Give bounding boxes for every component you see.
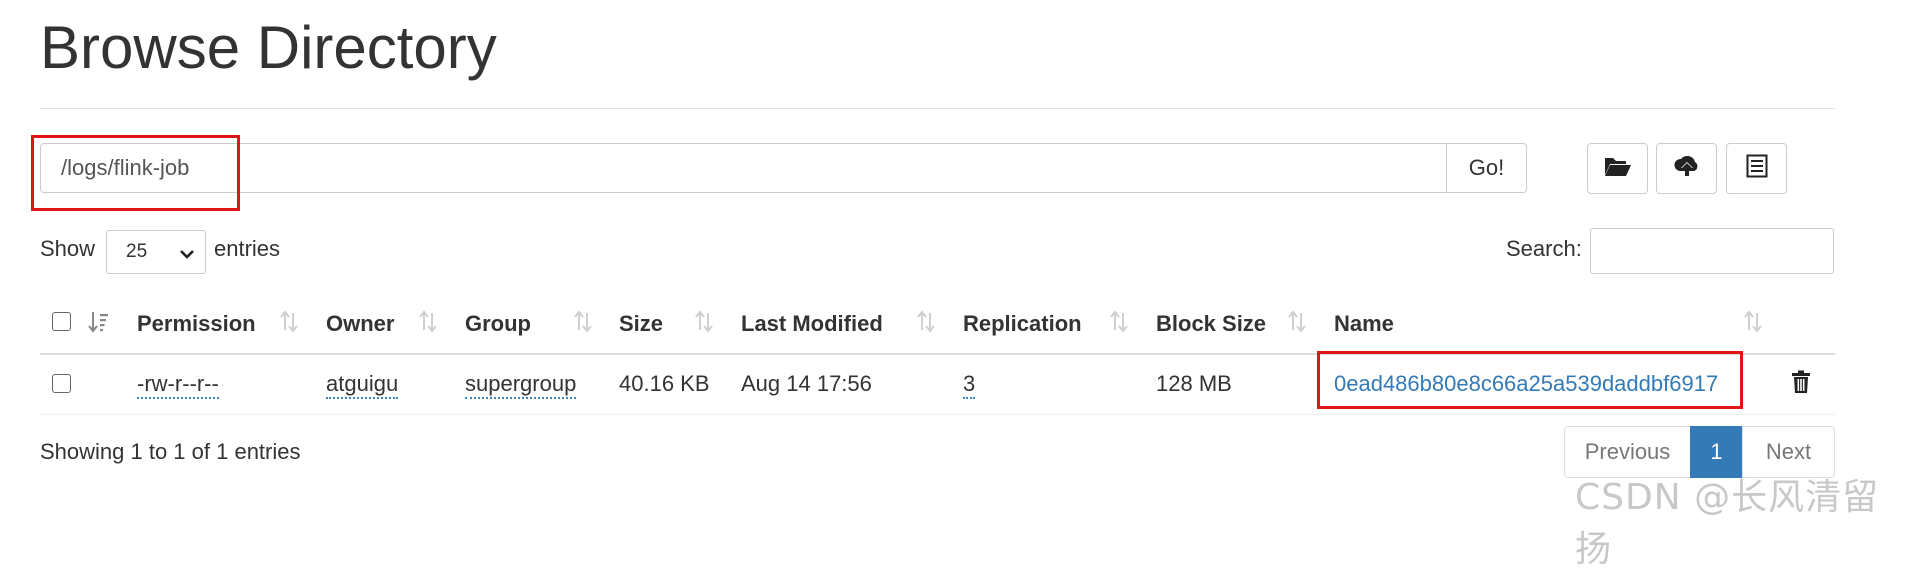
table-info: Showing 1 to 1 of 1 entries: [40, 439, 301, 464]
cell-size: 40.16 KB: [619, 371, 710, 396]
cell-last-modified: Aug 14 17:56: [741, 371, 872, 396]
column-header-block-size[interactable]: Block Size: [1156, 310, 1266, 338]
search-input[interactable]: [1590, 228, 1834, 274]
divider: [40, 108, 1835, 109]
sort-both-icon[interactable]: [1287, 308, 1307, 341]
cell-owner[interactable]: atguigu: [326, 370, 399, 399]
column-header-group[interactable]: Group: [465, 310, 531, 338]
column-header-name[interactable]: Name: [1334, 310, 1394, 338]
upload-icon: [1673, 154, 1701, 183]
search-label: Search:: [1506, 236, 1582, 261]
row-checkbox[interactable]: [52, 374, 71, 393]
chevron-down-icon: [179, 245, 195, 267]
sort-both-icon[interactable]: [279, 308, 299, 341]
show-label: Show: [40, 236, 96, 261]
cell-group[interactable]: supergroup: [465, 370, 577, 399]
entries-select-value: 25: [126, 241, 148, 262]
trash-icon[interactable]: [1791, 370, 1811, 399]
column-header-replication[interactable]: Replication: [963, 310, 1082, 338]
entries-select[interactable]: 25: [106, 230, 206, 274]
entries-label: entries: [214, 236, 281, 261]
watermark: CSDN @长风清留扬: [1575, 477, 1880, 570]
sort-both-icon[interactable]: [573, 308, 593, 341]
page-title: Browse Directory: [40, 14, 497, 81]
name-highlight-box: [1317, 351, 1743, 409]
create-directory-button[interactable]: [1587, 143, 1648, 194]
sort-both-icon[interactable]: [1109, 308, 1129, 341]
sort-desc-icon[interactable]: [88, 308, 110, 341]
directory-path-input[interactable]: [40, 143, 1446, 193]
go-button[interactable]: Go!: [1446, 143, 1527, 193]
list-icon: [1746, 154, 1768, 183]
column-header-owner[interactable]: Owner: [326, 310, 394, 338]
column-header-permission[interactable]: Permission: [137, 310, 256, 338]
table-row-divider: [40, 414, 1835, 415]
sort-both-icon[interactable]: [694, 308, 714, 341]
cell-replication[interactable]: 3: [963, 370, 976, 399]
sort-both-icon[interactable]: [418, 308, 438, 341]
sort-both-icon[interactable]: [1743, 308, 1763, 341]
sort-both-icon[interactable]: [916, 308, 936, 341]
cut-paste-button[interactable]: [1726, 143, 1787, 194]
upload-button[interactable]: [1656, 143, 1717, 194]
cell-permission[interactable]: -rw-r--r--: [137, 370, 219, 399]
select-all-checkbox[interactable]: [52, 312, 71, 331]
folder-open-icon: [1604, 155, 1632, 182]
column-header-size[interactable]: Size: [619, 310, 663, 338]
path-highlight-box: [31, 135, 240, 211]
cell-block-size: 128 MB: [1156, 371, 1232, 396]
column-header-last-modified[interactable]: Last Modified: [741, 310, 883, 338]
